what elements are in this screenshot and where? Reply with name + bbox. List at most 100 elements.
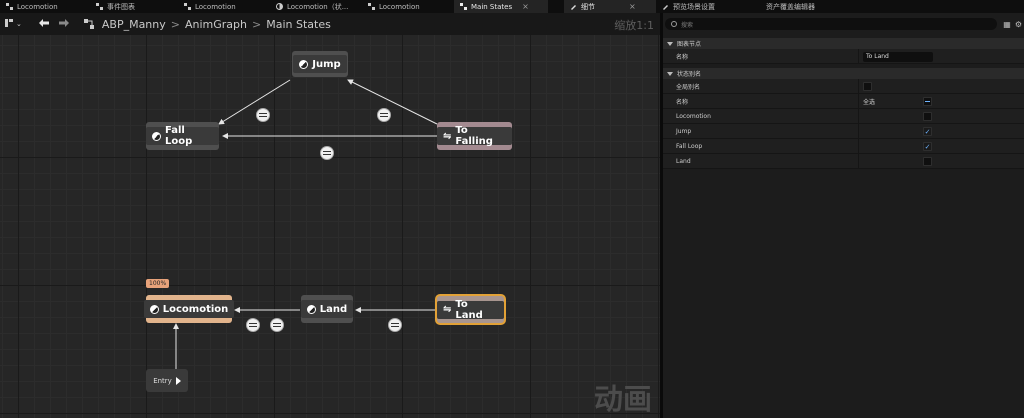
wire-to-falling-to-jump[interactable] — [347, 79, 438, 125]
tab-event-graph[interactable]: 事件图表 — [90, 0, 178, 13]
search-placeholder: 搜索 — [681, 21, 694, 29]
breadcrumb-item-main-states[interactable]: Main States — [266, 18, 331, 31]
fall-loop-checkbox[interactable]: ✓ — [923, 142, 932, 151]
state-node-label: Jump — [312, 58, 341, 70]
transition-rule-icon[interactable] — [246, 318, 260, 332]
conduit-icon: ⇋ — [443, 304, 452, 315]
property-label: Locomotion — [676, 112, 711, 120]
state-node-label: Fall Loop — [165, 125, 193, 147]
property-label: Fall Loop — [676, 142, 703, 150]
transition-rule-icon[interactable] — [388, 318, 402, 332]
property-row-name: 名称 To Land — [663, 49, 1024, 64]
state-node-fall-loop[interactable]: Fall Loop — [146, 122, 219, 150]
property-row-alias-name: 名称 全选 — [663, 94, 1024, 109]
conduit-icon: ⇋ — [443, 130, 452, 142]
conduit-node-to-land[interactable]: ⇋ To Land — [437, 296, 504, 323]
category-header[interactable]: 图表节点 — [663, 38, 1024, 49]
graph-options-button[interactable]: ⌄ — [0, 13, 26, 35]
tab-strip: Locomotion 事件图表 Locomotion Locomotion（状.… — [0, 0, 1024, 13]
land-checkbox[interactable] — [923, 157, 932, 166]
tab-locomotion-1[interactable]: Locomotion — [0, 0, 90, 13]
breadcrumb-separator: > — [252, 17, 262, 31]
tab-label: Locomotion — [195, 2, 236, 11]
conduit-node-to-falling[interactable]: ⇋ To Falling — [437, 122, 512, 150]
arrow-left-icon — [38, 18, 50, 31]
transition-rule-icon[interactable] — [270, 318, 284, 332]
category-graph-node: 图表节点 名称 To Land — [663, 38, 1024, 64]
tab-details[interactable]: 细节 × — [564, 0, 656, 13]
tab-label: Locomotion — [379, 2, 420, 11]
state-node-label: Land — [319, 303, 348, 315]
tab-label: Locomotion（状... — [287, 2, 349, 11]
graph-icon — [80, 13, 99, 35]
state-node-locomotion[interactable]: Locomotion — [143, 295, 235, 323]
graph-toolbar: ⌄ ABP_Manny > AnimGraph > Main States 缩放… — [0, 13, 660, 35]
state-node-jump[interactable]: Jump — [292, 51, 348, 77]
tab-label: 事件图表 — [107, 2, 135, 11]
forward-button[interactable] — [54, 13, 74, 35]
state-icon — [276, 3, 283, 10]
chevron-down-icon: ⌄ — [16, 20, 22, 28]
chevron-down-icon — [667, 71, 673, 76]
breadcrumb-item-animgraph[interactable]: AnimGraph — [185, 18, 247, 31]
breadcrumb-item-abp-manny[interactable]: ABP_Manny — [102, 18, 166, 31]
tab-asset-override-editor[interactable]: 资产覆盖编辑器 — [760, 0, 880, 13]
tab-locomotion-state[interactable]: Locomotion（状... — [270, 0, 362, 13]
property-row-land: Land — [663, 154, 1024, 169]
transition-rule-icon[interactable] — [377, 108, 391, 122]
transition-rule-icon[interactable] — [320, 146, 334, 160]
select-all-checkbox[interactable] — [923, 97, 933, 106]
graph-icon — [96, 3, 103, 10]
category-label: 状态别名 — [677, 71, 702, 78]
tab-gap — [548, 0, 564, 13]
back-button[interactable] — [34, 13, 54, 35]
close-icon[interactable]: × — [522, 2, 529, 11]
property-row-locomotion: Locomotion — [663, 109, 1024, 124]
breadcrumb-separator: > — [170, 17, 180, 31]
tab-label: Main States — [471, 2, 513, 11]
select-all-label: 全选 — [863, 99, 876, 106]
property-label: Jump — [676, 127, 692, 135]
tab-locomotion-3[interactable]: Locomotion — [362, 0, 454, 13]
zoom-label: 缩放1:1 — [614, 19, 654, 32]
property-row-global-alias: 全局别名 — [663, 79, 1024, 94]
pencil-icon — [570, 3, 577, 10]
state-icon — [299, 59, 309, 69]
close-icon[interactable]: × — [629, 2, 636, 11]
category-label: 图表节点 — [677, 41, 702, 48]
category-state-alias: 状态别名 全局别名 名称 全选 Locomotion Jump ✓ Fall L… — [663, 68, 1024, 169]
state-node-label: Locomotion — [162, 303, 229, 315]
global-alias-checkbox[interactable] — [863, 82, 872, 91]
entry-node[interactable]: Entry — [146, 369, 188, 392]
tab-locomotion-2[interactable]: Locomotion — [178, 0, 270, 13]
arrow-right-icon — [58, 18, 70, 31]
name-field[interactable]: To Land — [863, 51, 933, 62]
graph-watermark: 动画 — [593, 382, 652, 416]
gear-icon[interactable]: ⚙ — [1015, 20, 1022, 29]
graph-icon — [460, 3, 467, 10]
state-node-land[interactable]: Land — [300, 295, 354, 323]
pencil-icon — [662, 3, 669, 10]
graph-editor: ⌄ ABP_Manny > AnimGraph > Main States 缩放… — [0, 13, 660, 418]
locomotion-checkbox[interactable] — [923, 112, 932, 121]
tab-preview-scene-settings[interactable]: 预览场景设置 — [656, 0, 760, 13]
wire-jump-to-fall-loop[interactable] — [218, 79, 291, 125]
graph-icon — [4, 18, 14, 31]
graph-icon — [368, 3, 375, 10]
state-icon — [149, 304, 159, 314]
chevron-down-icon — [667, 41, 673, 46]
category-header[interactable]: 状态别名 — [663, 68, 1024, 79]
table-view-icon[interactable]: ▦ — [1003, 20, 1011, 29]
transition-rule-icon[interactable] — [256, 108, 270, 122]
jump-checkbox[interactable]: ✓ — [923, 127, 932, 136]
details-panel: 搜索 ▦ ⚙ 图表节点 名称 To Land 状态别名 全局别名 名称 全选 L… — [663, 13, 1024, 418]
property-label: 名称 — [676, 98, 689, 106]
unreal-editor-window: Locomotion 事件图表 Locomotion Locomotion（状.… — [0, 0, 1024, 418]
graph-icon — [6, 3, 13, 10]
exec-pin-icon[interactable] — [175, 376, 181, 385]
graph-icon — [184, 3, 191, 10]
tab-main-states[interactable]: Main States × — [454, 0, 548, 13]
search-input[interactable]: 搜索 — [665, 18, 998, 30]
state-icon — [152, 131, 161, 141]
tab-label: Locomotion — [17, 2, 58, 11]
